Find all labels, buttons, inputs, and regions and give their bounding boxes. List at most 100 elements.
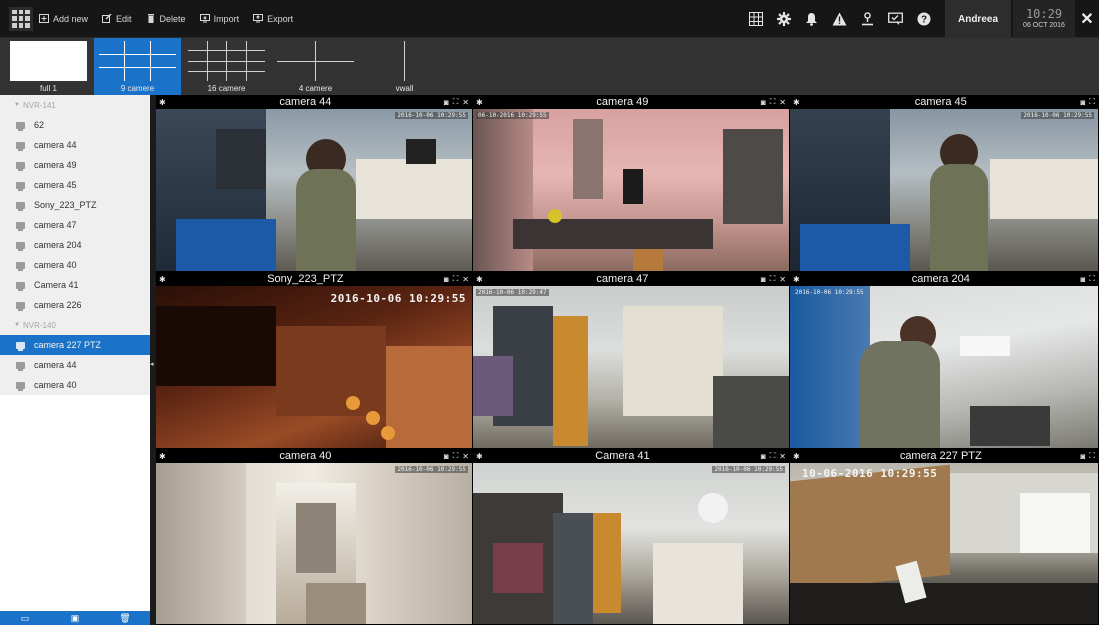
camera-title: camera 204: [911, 273, 970, 285]
layout-option-full-1[interactable]: full 1: [5, 38, 92, 95]
camera-feed: 06-10-2016 10:29:55: [473, 109, 789, 271]
camera-tile[interactable]: ✱ camera 227 PTZ ◙ ⛶ 10-06-2016 10:29:55: [790, 449, 1099, 625]
snapshot-icon[interactable]: ◙: [1081, 98, 1086, 107]
tree-item[interactable]: camera 47: [0, 215, 150, 235]
camera-tile-header: ✱ camera 227 PTZ ◙ ⛶: [790, 449, 1098, 463]
tree-item-label: camera 227 PTZ: [34, 340, 102, 350]
close-icon[interactable]: ✕: [462, 452, 469, 461]
tree-item[interactable]: camera 49: [0, 155, 150, 175]
monitor-icon[interactable]: ▭: [19, 613, 31, 623]
close-icon[interactable]: ✕: [1075, 0, 1099, 38]
close-icon[interactable]: ✕: [779, 98, 786, 107]
feed-shape: [790, 286, 870, 448]
layout-thumb-full-1: [10, 41, 87, 81]
close-icon[interactable]: ✕: [462, 275, 469, 284]
camera-tile[interactable]: ✱ camera 44 ◙ ⛶ ✕ 2016-10-06 10:29:55: [156, 95, 473, 272]
export-button[interactable]: Export: [253, 14, 293, 24]
timestamp-overlay: 2016-10-06 10:29:55: [395, 112, 468, 119]
tree-item[interactable]: Camera 41: [0, 275, 150, 295]
layout-option-vwall[interactable]: vwall: [361, 38, 448, 95]
snapshot-icon[interactable]: ◙: [444, 98, 449, 107]
tree-item[interactable]: camera 44: [0, 135, 150, 155]
warning-icon[interactable]: [831, 11, 848, 28]
bell-icon[interactable]: [803, 11, 820, 28]
tile-controls: ◙ ⛶ ✕: [440, 97, 469, 107]
tree-group-nvr-140[interactable]: ▼ NVR-140: [0, 315, 150, 335]
snapshot-icon[interactable]: ◙: [761, 452, 766, 461]
fullscreen-icon[interactable]: ⛶: [453, 97, 459, 107]
tree-item-label: camera 44: [34, 140, 77, 150]
layout-option-4-camere[interactable]: 4 camere: [272, 38, 359, 95]
current-user[interactable]: Andreea: [945, 0, 1011, 38]
trash-icon[interactable]: 🗑: [119, 613, 131, 623]
layout-option-9-camere[interactable]: 9 camere: [94, 38, 181, 95]
gear-icon[interactable]: ✱: [159, 275, 171, 284]
pencil-icon: [102, 13, 112, 23]
layout-label: 9 camere: [120, 84, 155, 93]
close-icon[interactable]: ✕: [779, 452, 786, 461]
gear-icon[interactable]: ✱: [159, 452, 171, 461]
camera-add-icon[interactable]: ▣: [69, 613, 81, 623]
fullscreen-icon[interactable]: ⛶: [453, 451, 459, 461]
tree-item[interactable]: 62: [0, 115, 150, 135]
camera-icon: [16, 341, 25, 351]
tree-item[interactable]: camera 45: [0, 175, 150, 195]
layout-option-16-camere[interactable]: 16 camere: [183, 38, 270, 95]
camera-tile[interactable]: ✱ camera 49 ◙ ⛶ ✕ 06-10-2016 10:29:55: [473, 95, 790, 272]
tree-item[interactable]: camera 40: [0, 255, 150, 275]
tree-item[interactable]: Sony_223_PTZ: [0, 195, 150, 215]
camera-tile[interactable]: ✱ Camera 41 ◙ ⛶ ✕ 2016-10-06 10:29:55: [473, 449, 790, 625]
snapshot-icon[interactable]: ◙: [1081, 452, 1086, 461]
app-menu-grid-icon[interactable]: [9, 6, 33, 31]
tree-item[interactable]: camera 44: [0, 355, 150, 375]
tree-item[interactable]: camera 204: [0, 235, 150, 255]
camera-tile[interactable]: ✱ Sony_223_PTZ ◙ ⛶ ✕ 2016-10-06 10:29:55: [156, 272, 473, 449]
help-icon[interactable]: ?: [915, 11, 932, 28]
gear-icon[interactable]: ✱: [476, 98, 488, 107]
tree-item[interactable]: camera 226: [0, 295, 150, 315]
fullscreen-icon[interactable]: ⛶: [453, 274, 459, 284]
timestamp-overlay: 2016-10-06 10:29:55: [1021, 112, 1094, 119]
fullscreen-icon[interactable]: ⛶: [770, 451, 776, 461]
layout-grid-icon[interactable]: [747, 11, 764, 28]
gear-icon[interactable]: ✱: [793, 275, 805, 284]
camera-icon: [16, 361, 25, 371]
fullscreen-icon[interactable]: ⛶: [1089, 274, 1095, 284]
camera-tile[interactable]: ✱ camera 45 ◙ ⛶ 2016-10-06 10:29:55: [790, 95, 1099, 272]
snapshot-icon[interactable]: ◙: [1081, 275, 1086, 284]
feed-shape: [860, 341, 940, 448]
import-button[interactable]: Import: [199, 14, 239, 24]
gear-icon[interactable]: ✱: [793, 98, 805, 107]
collapse-arrow-icon: ▼: [14, 322, 20, 328]
fullscreen-icon[interactable]: ⛶: [1089, 451, 1095, 461]
edit-button[interactable]: Edit: [102, 14, 132, 24]
video-surveillance-app: Add new Edit Delete Import Export ? Andr…: [0, 0, 1099, 625]
gear-icon[interactable]: ✱: [793, 452, 805, 461]
tree-item-selected[interactable]: camera 227 PTZ: [0, 335, 150, 355]
gear-icon[interactable]: ✱: [476, 275, 488, 284]
gear-icon[interactable]: [775, 11, 792, 28]
user-pin-icon[interactable]: [859, 11, 876, 28]
camera-tile[interactable]: ✱ camera 40 ◙ ⛶ ✕ 2016-10-06 10:29:55: [156, 449, 473, 625]
delete-button[interactable]: Delete: [146, 14, 186, 24]
gear-icon[interactable]: ✱: [159, 98, 171, 107]
snapshot-icon[interactable]: ◙: [444, 275, 449, 284]
camera-tile[interactable]: ✱ camera 47 ◙ ⛶ ✕ 2016-10-06 10:29:47: [473, 272, 790, 449]
fullscreen-icon[interactable]: ⛶: [770, 97, 776, 107]
snapshot-icon[interactable]: ◙: [761, 98, 766, 107]
tree-item[interactable]: camera 40: [0, 375, 150, 395]
camera-tile[interactable]: ✱ camera 204 ◙ ⛶ 2016-10-06 10:29:55: [790, 272, 1099, 449]
gear-icon[interactable]: ✱: [476, 452, 488, 461]
add-new-button[interactable]: Add new: [39, 14, 88, 24]
snapshot-icon[interactable]: ◙: [761, 275, 766, 284]
chat-icon[interactable]: [887, 11, 904, 28]
fullscreen-icon[interactable]: ⛶: [1089, 97, 1095, 107]
tree-group-nvr-141[interactable]: ▼ NVR-141: [0, 95, 150, 115]
timestamp-overlay: 2016-10-06 10:29:55: [330, 292, 466, 305]
snapshot-icon[interactable]: ◙: [444, 452, 449, 461]
close-icon[interactable]: ✕: [779, 275, 786, 284]
camera-sidebar: ▼ NVR-141 62 camera 44 camera 49 camera 4…: [0, 95, 150, 625]
camera-tile-header: ✱ Sony_223_PTZ ◙ ⛶ ✕: [156, 272, 472, 286]
close-icon[interactable]: ✕: [462, 98, 469, 107]
fullscreen-icon[interactable]: ⛶: [770, 274, 776, 284]
